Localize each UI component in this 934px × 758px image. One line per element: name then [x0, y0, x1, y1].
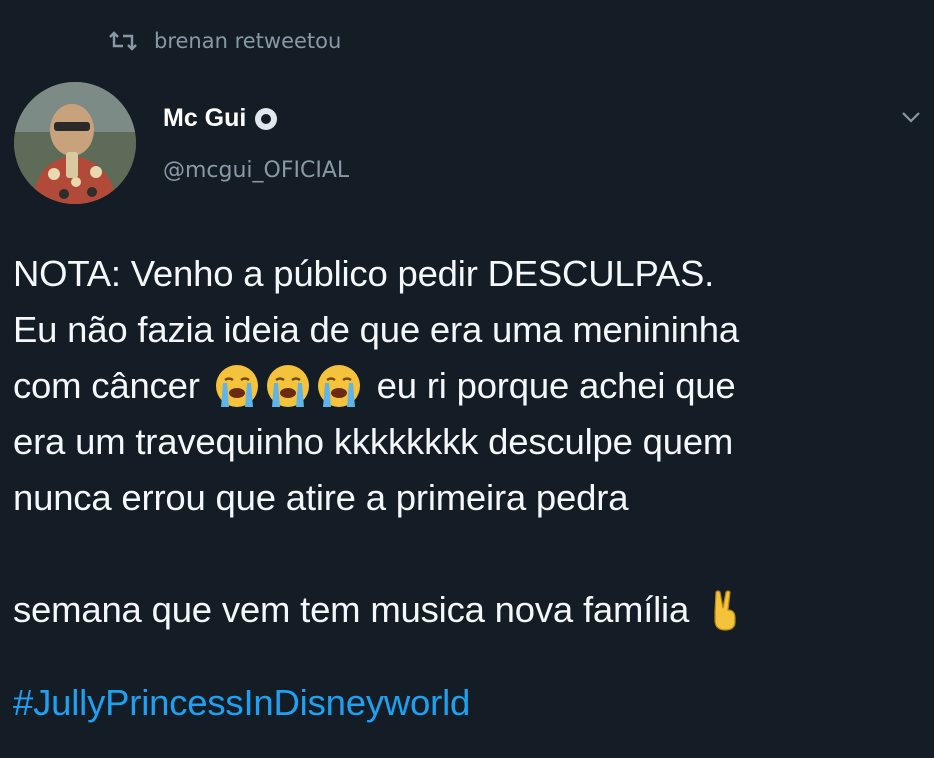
retweet-label: brenan retweetou	[154, 29, 342, 53]
hashtag-link[interactable]: #JullyPrincessInDisneyworld	[13, 682, 470, 724]
retweet-icon	[109, 31, 137, 51]
tweet-line-part: com câncer	[13, 365, 200, 406]
author-name-row[interactable]: Mc Gui	[163, 104, 278, 133]
tweet-card[interactable]: brenan retweetou Mc Gui @mcgui_OFICIAL N…	[0, 0, 934, 758]
retweet-context: brenan retweetou	[108, 26, 341, 56]
tweet-line: nunca errou que atire a primeira pedra	[13, 477, 629, 518]
verified-badge-icon	[255, 107, 278, 130]
tweet-line: NOTA: Venho a público pedir DESCULPAS.	[13, 253, 715, 294]
loudly-crying-face-emoji	[266, 365, 309, 407]
victory-hand-emoji	[714, 590, 736, 631]
loudly-crying-face-emoji	[317, 365, 360, 407]
tweet-line: semana que vem tem musica nova família	[13, 582, 928, 638]
avatar[interactable]	[14, 82, 136, 204]
loudly-crying-face-emoji	[215, 365, 258, 407]
tweet-text: NOTA: Venho a público pedir DESCULPAS. E…	[13, 246, 928, 638]
author-name[interactable]: Mc Gui	[163, 104, 246, 133]
author-handle[interactable]: @mcgui_OFICIAL	[163, 158, 349, 183]
emoji-group	[214, 363, 367, 409]
tweet-line: Eu não fazia ideia de que era uma menini…	[13, 309, 739, 350]
chevron-down-icon[interactable]	[898, 104, 924, 130]
tweet-line-part: eu ri porque achei que	[376, 365, 736, 406]
tweet-line: com câncer eu ri porque achei que	[13, 358, 928, 414]
tweet-line: era um travequinho kkkkkkkk desculpe que…	[13, 421, 734, 462]
tweet-line-part: semana que vem tem musica nova família	[13, 589, 690, 630]
